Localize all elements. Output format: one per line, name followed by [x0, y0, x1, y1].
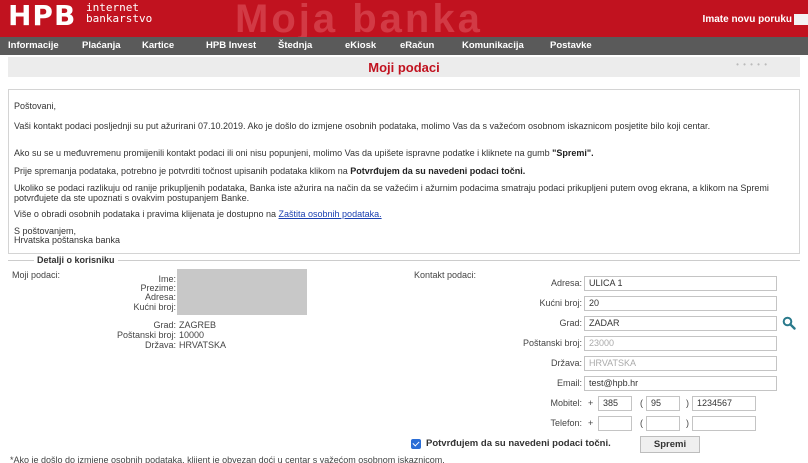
page-title: Moji podaci: [368, 60, 440, 75]
contact-email-label: Email:: [556, 378, 582, 388]
intro-paragraph-4: Ukoliko se podaci razlikuju od ranije pr…: [14, 183, 769, 203]
details-legend: Detalji o korisniku: [34, 255, 118, 265]
mobitel-label: Mobitel:: [550, 398, 582, 408]
contact-postanski-broj-input[interactable]: 23000: [584, 336, 777, 351]
contact-drzava-label: Država:: [550, 358, 582, 368]
intro-paragraph-5-text: Više o obradi osobnih podataka i pravima…: [14, 209, 279, 219]
adresa-label: Adresa:: [144, 292, 176, 302]
intro-signature-2: Hrvatska poštanska banka: [14, 235, 121, 245]
contact-label: Kontakt podaci:: [414, 270, 477, 280]
telefon-area-input[interactable]: [646, 416, 680, 431]
search-icon[interactable]: [782, 316, 796, 330]
telefon-paren-open: (: [640, 418, 643, 428]
logo-subtitle-line-2: bankarstvo: [86, 12, 153, 25]
contact-kucni-broj-input[interactable]: 20: [584, 296, 777, 311]
mobitel-paren-open: (: [640, 398, 643, 408]
contact-grad-label: Grad:: [559, 318, 582, 328]
confirm-label[interactable]: Potvrđujem da su navedeni podaci točni.: [426, 438, 611, 449]
telefon-paren-close: ): [686, 418, 689, 428]
mobitel-area-input[interactable]: 95: [646, 396, 680, 411]
nav-item-hpb-invest[interactable]: HPB Invest: [206, 37, 256, 55]
intro-paragraph-3-bold: Potvrđujem da su navedeni podaci točni.: [350, 166, 526, 176]
telefon-country-input[interactable]: [598, 416, 632, 431]
new-message-link[interactable]: Imate novu poruku: [703, 14, 792, 25]
contact-adresa-input[interactable]: ULICA 1: [584, 276, 777, 291]
intro-paragraph-5: Više o obradi osobnih podataka i pravima…: [14, 209, 794, 219]
intro-paragraph-2-bold: "Spremi".: [552, 148, 594, 158]
telefon-number-input[interactable]: [692, 416, 756, 431]
intro-paragraph-3: Prije spremanja podataka, potrebno je po…: [14, 166, 794, 176]
contact-adresa-label: Adresa:: [550, 278, 582, 288]
header-banner: Moja banka HPB internet bankarstvo Imate…: [0, 0, 808, 37]
mobitel-paren-close: ): [686, 398, 689, 408]
nav-item-kartice[interactable]: Kartice: [142, 37, 174, 55]
details-divider: [8, 260, 800, 261]
postanski-broj-label: Poštanski broj:: [116, 330, 176, 340]
envelope-icon[interactable]: [794, 14, 808, 25]
intro-paragraph-2: Ako su se u međuvremenu promijenili kont…: [14, 148, 794, 158]
telefon-plus: +: [588, 418, 594, 428]
privacy-link[interactable]: Zaštita osobnih podataka.: [279, 209, 382, 219]
grad-label: Grad:: [153, 320, 176, 330]
nav-item-postavke[interactable]: Postavke: [550, 37, 592, 55]
nav-item-komunikacija[interactable]: Komunikacija: [462, 37, 524, 55]
page-dots: • • • • •: [736, 60, 768, 69]
contact-kucni-broj-label: Kućni broj:: [539, 298, 582, 308]
kucni-broj-label: Kućni broj:: [133, 302, 176, 312]
logo-subtitle: internet bankarstvo: [86, 2, 152, 24]
postanski-broj-value: 10000: [179, 330, 205, 340]
nav-item-eracun[interactable]: eRačun: [400, 37, 434, 55]
grad-value: ZAGREB: [179, 320, 217, 330]
intro-paragraph-2-text: Ako su se u međuvremenu promijenili kont…: [14, 148, 553, 158]
mobitel-number-input[interactable]: 1234567: [692, 396, 756, 411]
intro-paragraph-3-text: Prije spremanja podataka, potrebno je po…: [14, 166, 351, 176]
hpb-logo[interactable]: HPB: [8, 1, 76, 31]
contact-email-input[interactable]: test@hpb.hr: [584, 376, 777, 391]
my-details-label: Moji podaci:: [12, 270, 61, 280]
redacted-personal-data: [177, 269, 307, 315]
nav-item-informacije[interactable]: Informacije: [8, 37, 59, 55]
nav-item-stednja[interactable]: Štednja: [278, 37, 312, 55]
main-nav: Informacije Plaćanja Kartice HPB Invest …: [0, 37, 808, 55]
intro-paragraph-1: Vaši kontakt podaci posljednji su put až…: [14, 121, 711, 131]
confirm-checkbox[interactable]: [411, 439, 421, 449]
header-watermark: Moja banka: [235, 0, 483, 37]
drzava-value: HRVATSKA: [179, 340, 227, 350]
drzava-label: Država:: [144, 340, 176, 350]
page-title-bar: Moji podaci • • • • •: [8, 57, 800, 77]
footnote: *Ako je došlo do izmjene osobnih podatak…: [10, 455, 445, 463]
contact-postanski-broj-label: Poštanski broj:: [522, 338, 582, 348]
contact-drzava-input[interactable]: HRVATSKA: [584, 356, 777, 371]
save-button[interactable]: Spremi: [640, 436, 700, 453]
intro-notice: Poštovani, Vaši kontakt podaci posljednj…: [8, 89, 800, 254]
telefon-label: Telefon:: [550, 418, 582, 428]
nav-item-ekiosk[interactable]: eKiosk: [345, 37, 376, 55]
contact-grad-input[interactable]: ZADAR: [584, 316, 777, 331]
nav-item-placanja[interactable]: Plaćanja: [82, 37, 121, 55]
mobitel-plus: +: [588, 398, 594, 408]
intro-greeting: Poštovani,: [14, 101, 57, 111]
mobitel-country-input[interactable]: 385: [598, 396, 632, 411]
